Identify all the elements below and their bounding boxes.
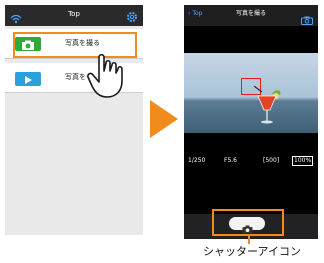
shutter-highlight-frame [212,209,284,236]
exposure-info-bar: 1/250 F5.6 [500] 100% [184,155,318,166]
left-screen-title: Top [68,10,80,18]
right-screen-title: 写真を撮る [235,10,266,17]
right-header: ‹ Top 写真を撮る [184,5,318,26]
menu-item-label: 写真を [65,73,86,81]
battery-indicator: 100% [292,156,314,166]
arrow-right-icon [150,100,178,142]
left-phone-screen: Top 写真を撮る 写真を [5,5,143,235]
shutter-speed-value: 1/250 [188,157,206,164]
remaining-shots-value: [500] [263,157,280,164]
live-view-image[interactable] [184,53,318,133]
right-phone-screen: ‹ Top 写真を撮る 1/250 F5.6 [500] 100% [184,5,318,239]
camera-settings-icon[interactable] [301,10,313,29]
callout-line [248,236,250,244]
play-icon [15,72,41,86]
cocktail-glass-image [250,85,284,134]
left-header: Top [5,5,143,26]
gear-icon[interactable] [126,8,138,27]
shutter-icon-caption: シャッターアイコン [202,245,301,258]
hand-pointer-icon [85,53,129,103]
aperture-value: F5.6 [224,157,237,164]
